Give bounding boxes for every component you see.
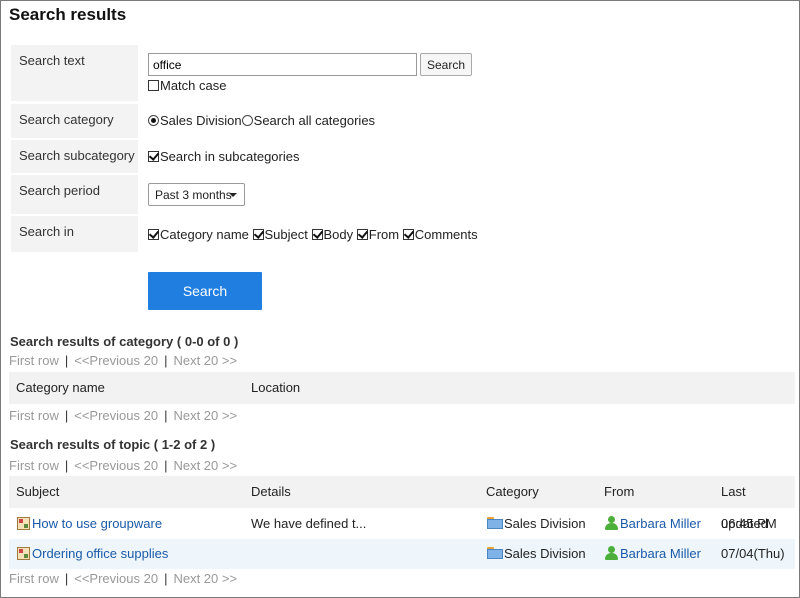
category-option-all[interactable]: Search all categories [241, 113, 375, 128]
search-in-comments[interactable]: Comments [402, 227, 478, 242]
table-row: How to use groupware We have defined t..… [9, 509, 795, 539]
pager-next[interactable]: Next 20 >> [173, 571, 237, 586]
pager-next[interactable]: Next 20 >> [173, 408, 237, 423]
search-category-field: Sales Division Search all categories [148, 113, 375, 128]
pager-next[interactable]: Next 20 >> [173, 458, 237, 473]
pager-previous[interactable]: <<Previous 20 [74, 408, 158, 423]
subject-checkbox[interactable] [252, 229, 264, 240]
column-header-from[interactable]: From [604, 476, 634, 508]
pager-separator: | [164, 353, 168, 368]
topic-icon [17, 547, 30, 560]
pager-first-row[interactable]: First row [9, 353, 59, 368]
pager-separator: | [164, 408, 168, 423]
subcategory-option[interactable]: Search in subcategories [148, 149, 299, 164]
body-checkbox[interactable] [311, 229, 323, 240]
category-cell: Sales Division [487, 539, 586, 569]
pager-first-row[interactable]: First row [9, 458, 59, 473]
last-updated-cell: 06:45 PM [721, 516, 777, 531]
search-input[interactable] [148, 53, 417, 76]
search-in-category-name[interactable]: Category name [148, 227, 249, 242]
topic-table-header: Subject Details Category From Last updat… [9, 476, 795, 531]
pager-previous[interactable]: <<Previous 20 [74, 353, 158, 368]
category-results-title: Search results of category ( 0-0 of 0 ) [10, 334, 239, 349]
from-checkbox[interactable] [356, 229, 368, 240]
category-name-checkbox[interactable] [148, 229, 159, 240]
search-period-row: Search period Past 3 months [11, 175, 791, 214]
search-period-label: Search period [11, 175, 138, 214]
match-case-checkbox[interactable] [148, 80, 159, 91]
radio-all-categories[interactable] [241, 115, 253, 126]
search-results-page: Search results Search text Search Match … [0, 0, 800, 598]
folder-icon [487, 547, 503, 559]
category-pager-top: First row | <<Previous 20 | Next 20 >> [9, 353, 237, 368]
pager-separator: | [64, 353, 69, 368]
pager-previous[interactable]: <<Previous 20 [74, 458, 158, 473]
details-cell: We have defined t... [251, 516, 367, 531]
topic-results-title: Search results of topic ( 1-2 of 2 ) [10, 437, 216, 452]
search-period-field: Past 3 months [148, 175, 348, 214]
category-option-sales-division[interactable]: Sales Division [148, 113, 242, 128]
search-submit-button[interactable]: Search [148, 272, 262, 310]
search-category-row: Search category Sales Division Search all… [11, 104, 791, 138]
pager-separator: | [164, 458, 168, 473]
search-in-body[interactable]: Body [311, 227, 353, 242]
topic-icon [17, 517, 30, 530]
topic-pager-bottom: First row | <<Previous 20 | Next 20 >> [9, 571, 237, 586]
user-link[interactable]: Barbara Miller [620, 516, 701, 531]
pager-next[interactable]: Next 20 >> [173, 353, 237, 368]
search-in-label: Search in [11, 216, 138, 252]
column-header-category[interactable]: Category [486, 476, 539, 508]
category-pager-bottom: First row | <<Previous 20 | Next 20 >> [9, 408, 237, 423]
user-link[interactable]: Barbara Miller [620, 546, 701, 561]
match-case-label: Match case [160, 78, 227, 93]
search-in-subject[interactable]: Subject [252, 227, 308, 242]
pager-separator: | [64, 571, 69, 586]
search-in-field: Category name Subject Body From Comments [148, 227, 478, 242]
search-subcategory-field: Search in subcategories [148, 149, 299, 164]
from-cell[interactable]: Barbara Miller [605, 539, 701, 569]
search-text-field: Search Match case [148, 45, 548, 101]
page-title: Search results [9, 5, 127, 24]
column-header-details[interactable]: Details [251, 476, 291, 508]
match-case-option[interactable]: Match case [148, 78, 226, 93]
pager-separator: | [64, 408, 69, 423]
search-in-from[interactable]: From [356, 227, 399, 242]
table-row: Ordering office supplies Sales Division … [9, 539, 795, 569]
search-category-label: Search category [11, 104, 138, 138]
pager-separator: | [164, 571, 168, 586]
search-text-row: Search text Search Match case [11, 45, 791, 101]
pager-previous[interactable]: <<Previous 20 [74, 571, 158, 586]
category-cell: Sales Division [487, 509, 586, 539]
column-header-category-name[interactable]: Category name [16, 372, 105, 404]
category-table-header: Category name Location [9, 372, 795, 404]
search-subcategory-label: Search subcategory [11, 140, 138, 173]
last-updated-cell: 07/04(Thu) [721, 546, 785, 561]
subject-cell[interactable]: Ordering office supplies [17, 539, 168, 569]
folder-icon [487, 517, 503, 529]
from-cell[interactable]: Barbara Miller [605, 509, 701, 539]
search-subcategory-row: Search subcategory Search in subcategori… [11, 140, 791, 173]
period-select-value: Past 3 months [155, 188, 232, 202]
user-icon [605, 546, 618, 560]
pager-first-row[interactable]: First row [9, 571, 59, 586]
subject-cell[interactable]: How to use groupware [17, 509, 162, 539]
column-header-location[interactable]: Location [251, 372, 300, 404]
subcategory-checkbox[interactable] [148, 151, 159, 162]
topic-link[interactable]: Ordering office supplies [32, 546, 168, 561]
radio-sales-division[interactable] [148, 115, 159, 126]
inline-search-button[interactable]: Search [420, 53, 472, 76]
pager-first-row[interactable]: First row [9, 408, 59, 423]
comments-checkbox[interactable] [402, 229, 414, 240]
user-icon [605, 516, 618, 530]
topic-pager-top: First row | <<Previous 20 | Next 20 >> [9, 458, 237, 473]
chevron-down-icon [229, 193, 237, 197]
period-select[interactable]: Past 3 months [148, 183, 245, 206]
pager-separator: | [64, 458, 69, 473]
search-text-label: Search text [11, 45, 138, 101]
column-header-subject[interactable]: Subject [16, 476, 59, 508]
search-in-row: Search in Category name Subject Body Fro… [11, 216, 791, 252]
topic-link[interactable]: How to use groupware [32, 516, 162, 531]
